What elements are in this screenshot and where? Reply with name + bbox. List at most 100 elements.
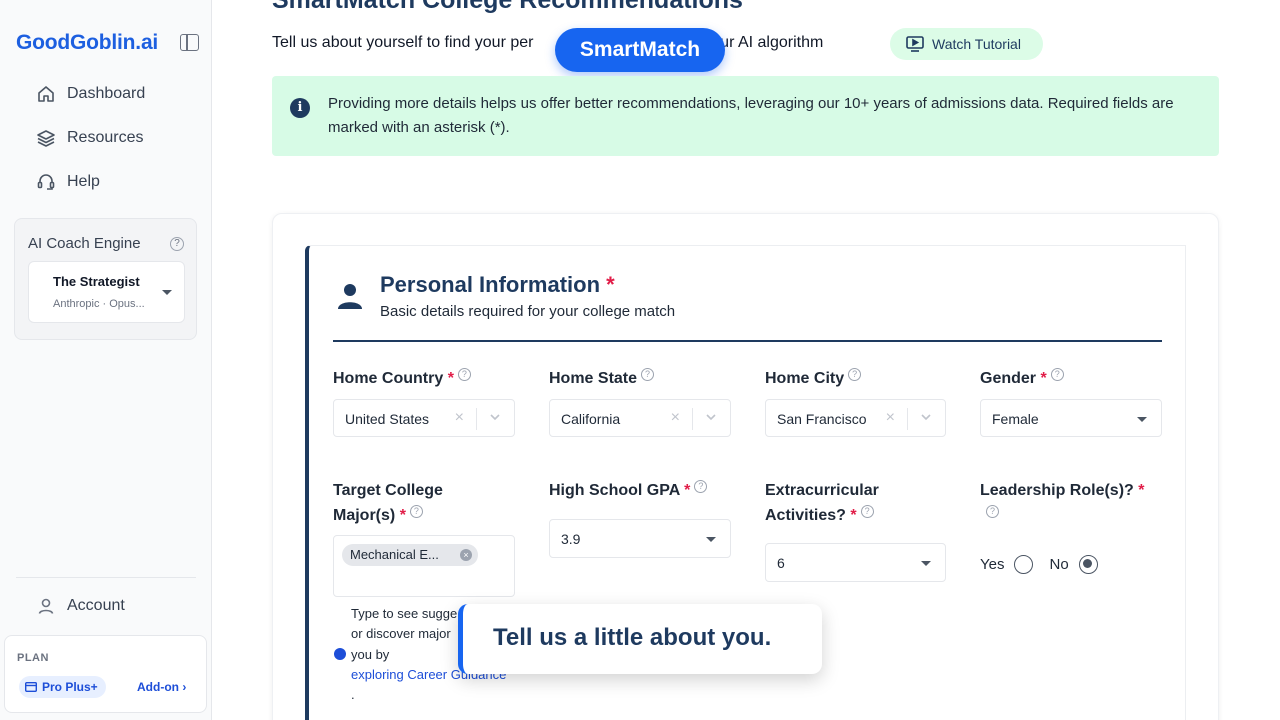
sidebar-item-label: Account: [67, 597, 125, 614]
ai-coach-select[interactable]: The Strategist Anthropic · Opus...: [28, 261, 185, 323]
label-text: Activities?: [765, 507, 846, 524]
label-text: Extracurricular: [765, 482, 879, 499]
watch-tutorial-button[interactable]: Watch Tutorial: [890, 28, 1043, 60]
home-city-select[interactable]: San Francisco ×: [765, 399, 946, 437]
sidebar-divider: [16, 577, 196, 578]
chevron-down-icon[interactable]: [919, 410, 933, 424]
extracurricular-select[interactable]: 6: [765, 543, 946, 582]
sidebar-collapse-icon[interactable]: [180, 34, 199, 51]
home-city-label: Home City?: [765, 366, 862, 391]
major-label: Target College Major(s) *?: [333, 478, 443, 528]
label-text: Major(s): [333, 507, 396, 524]
help-icon[interactable]: ?: [694, 480, 708, 493]
chevron-down-icon[interactable]: [704, 410, 718, 424]
page-subtitle: Tell us about yourself to find your per i…: [272, 34, 823, 52]
major-chip: Mechanical E... ×: [342, 544, 478, 566]
smartmatch-badge: SmartMatch: [555, 28, 725, 72]
gpa-select[interactable]: 3.9: [549, 519, 731, 558]
sidebar-item-label: Help: [67, 173, 100, 190]
plan-badge[interactable]: Pro Plus+: [19, 676, 106, 698]
radio-yes[interactable]: [1014, 554, 1034, 574]
page-title: SmartMatch College Recommendations: [272, 0, 743, 14]
label-text: Target College: [333, 482, 443, 499]
sidebar-item-resources[interactable]: Resources: [36, 125, 143, 151]
add-on-link[interactable]: Add-on ›: [137, 680, 186, 694]
info-text: Providing more details helps us offer be…: [328, 95, 1174, 136]
sidebar-item-dashboard[interactable]: Dashboard: [36, 81, 145, 107]
chip-label: Mechanical E...: [350, 547, 439, 562]
home-state-select[interactable]: California ×: [549, 399, 731, 437]
help-icon[interactable]: ?: [986, 505, 999, 518]
video-icon: [906, 36, 924, 52]
section-divider: [333, 340, 1162, 342]
separator: [476, 408, 477, 430]
remove-chip-icon[interactable]: ×: [460, 549, 472, 561]
help-icon[interactable]: ?: [457, 368, 471, 381]
sidebar-item-account[interactable]: Account: [36, 593, 125, 619]
label-text: Gender: [980, 370, 1037, 387]
plan-card: PLAN Pro Plus+ Add-on ›: [4, 635, 207, 713]
info-icon: i: [290, 98, 310, 118]
tooltip-text: Tell us a little about you.: [493, 624, 772, 651]
person-icon: [338, 284, 362, 309]
help-icon[interactable]: ?: [170, 237, 184, 251]
home-icon: [38, 86, 54, 102]
required-mark: *: [850, 507, 857, 524]
section-subtitle: Basic details required for your college …: [380, 303, 676, 320]
caret-down-icon: [1137, 417, 1147, 422]
headset-icon: [37, 174, 55, 190]
coach-model: Anthropic · Opus...: [53, 298, 145, 310]
label-text: High School GPA: [549, 482, 680, 499]
layers-icon: [37, 130, 55, 147]
clear-icon[interactable]: ×: [455, 409, 464, 427]
radio-yes-label: Yes: [980, 555, 1005, 573]
label-text: Home Country: [333, 370, 444, 387]
help-icon[interactable]: ?: [860, 505, 874, 518]
sidebar-item-label: Dashboard: [67, 85, 146, 102]
clear-icon[interactable]: ×: [886, 409, 895, 427]
ai-coach-title: AI Coach Engine: [28, 235, 141, 252]
label-text: Home City: [765, 370, 845, 387]
leadership-radio-group: Yes No: [980, 552, 1114, 576]
separator: [692, 408, 693, 430]
user-icon: [38, 598, 54, 614]
caret-down-icon: [162, 290, 172, 295]
radio-no[interactable]: [1078, 554, 1098, 574]
logo[interactable]: GoodGoblin.ai: [16, 31, 158, 55]
sidebar-item-help[interactable]: Help: [36, 169, 100, 195]
card-icon: [25, 682, 37, 692]
gender-select[interactable]: Female: [980, 399, 1162, 437]
required-mark: *: [684, 482, 691, 499]
plan-badge-label: Pro Plus+: [42, 680, 98, 694]
required-mark: *: [447, 370, 454, 387]
sidebar: GoodGoblin.ai Dashboard Resources Help A…: [0, 0, 212, 720]
coach-name: The Strategist: [53, 274, 140, 289]
required-mark: *: [1040, 370, 1047, 387]
gender-label: Gender *?: [980, 366, 1064, 391]
subtitle-start: Tell us about yourself to find your per: [272, 34, 534, 51]
required-mark: *: [606, 272, 615, 297]
select-value: 6: [777, 555, 785, 571]
clear-icon[interactable]: ×: [671, 409, 680, 427]
app-root: GoodGoblin.ai Dashboard Resources Help A…: [0, 0, 1280, 720]
hint-line: .: [351, 687, 355, 703]
help-icon[interactable]: ?: [409, 505, 423, 518]
section-title-text: Personal Information: [380, 272, 601, 297]
label-text: Home State: [549, 370, 638, 387]
required-mark: *: [1138, 482, 1145, 499]
info-banner: i Providing more details helps us offer …: [272, 76, 1219, 156]
home-country-select[interactable]: United States ×: [333, 399, 515, 437]
compass-icon: [334, 648, 346, 660]
radio-no-label: No: [1049, 555, 1069, 573]
hint-line: or discover major: [351, 626, 451, 642]
help-icon[interactable]: ?: [1050, 368, 1064, 381]
extracurricular-label: Extracurricular Activities? *?: [765, 478, 879, 528]
sidebar-item-label: Resources: [67, 129, 144, 146]
caret-down-icon: [921, 561, 931, 566]
help-icon[interactable]: ?: [641, 368, 655, 381]
home-country-label: Home Country *?: [333, 366, 471, 391]
chevron-down-icon[interactable]: [488, 410, 502, 424]
major-multiselect[interactable]: Mechanical E... ×: [333, 535, 515, 597]
help-icon[interactable]: ?: [848, 368, 862, 381]
home-state-label: Home State?: [549, 366, 655, 391]
